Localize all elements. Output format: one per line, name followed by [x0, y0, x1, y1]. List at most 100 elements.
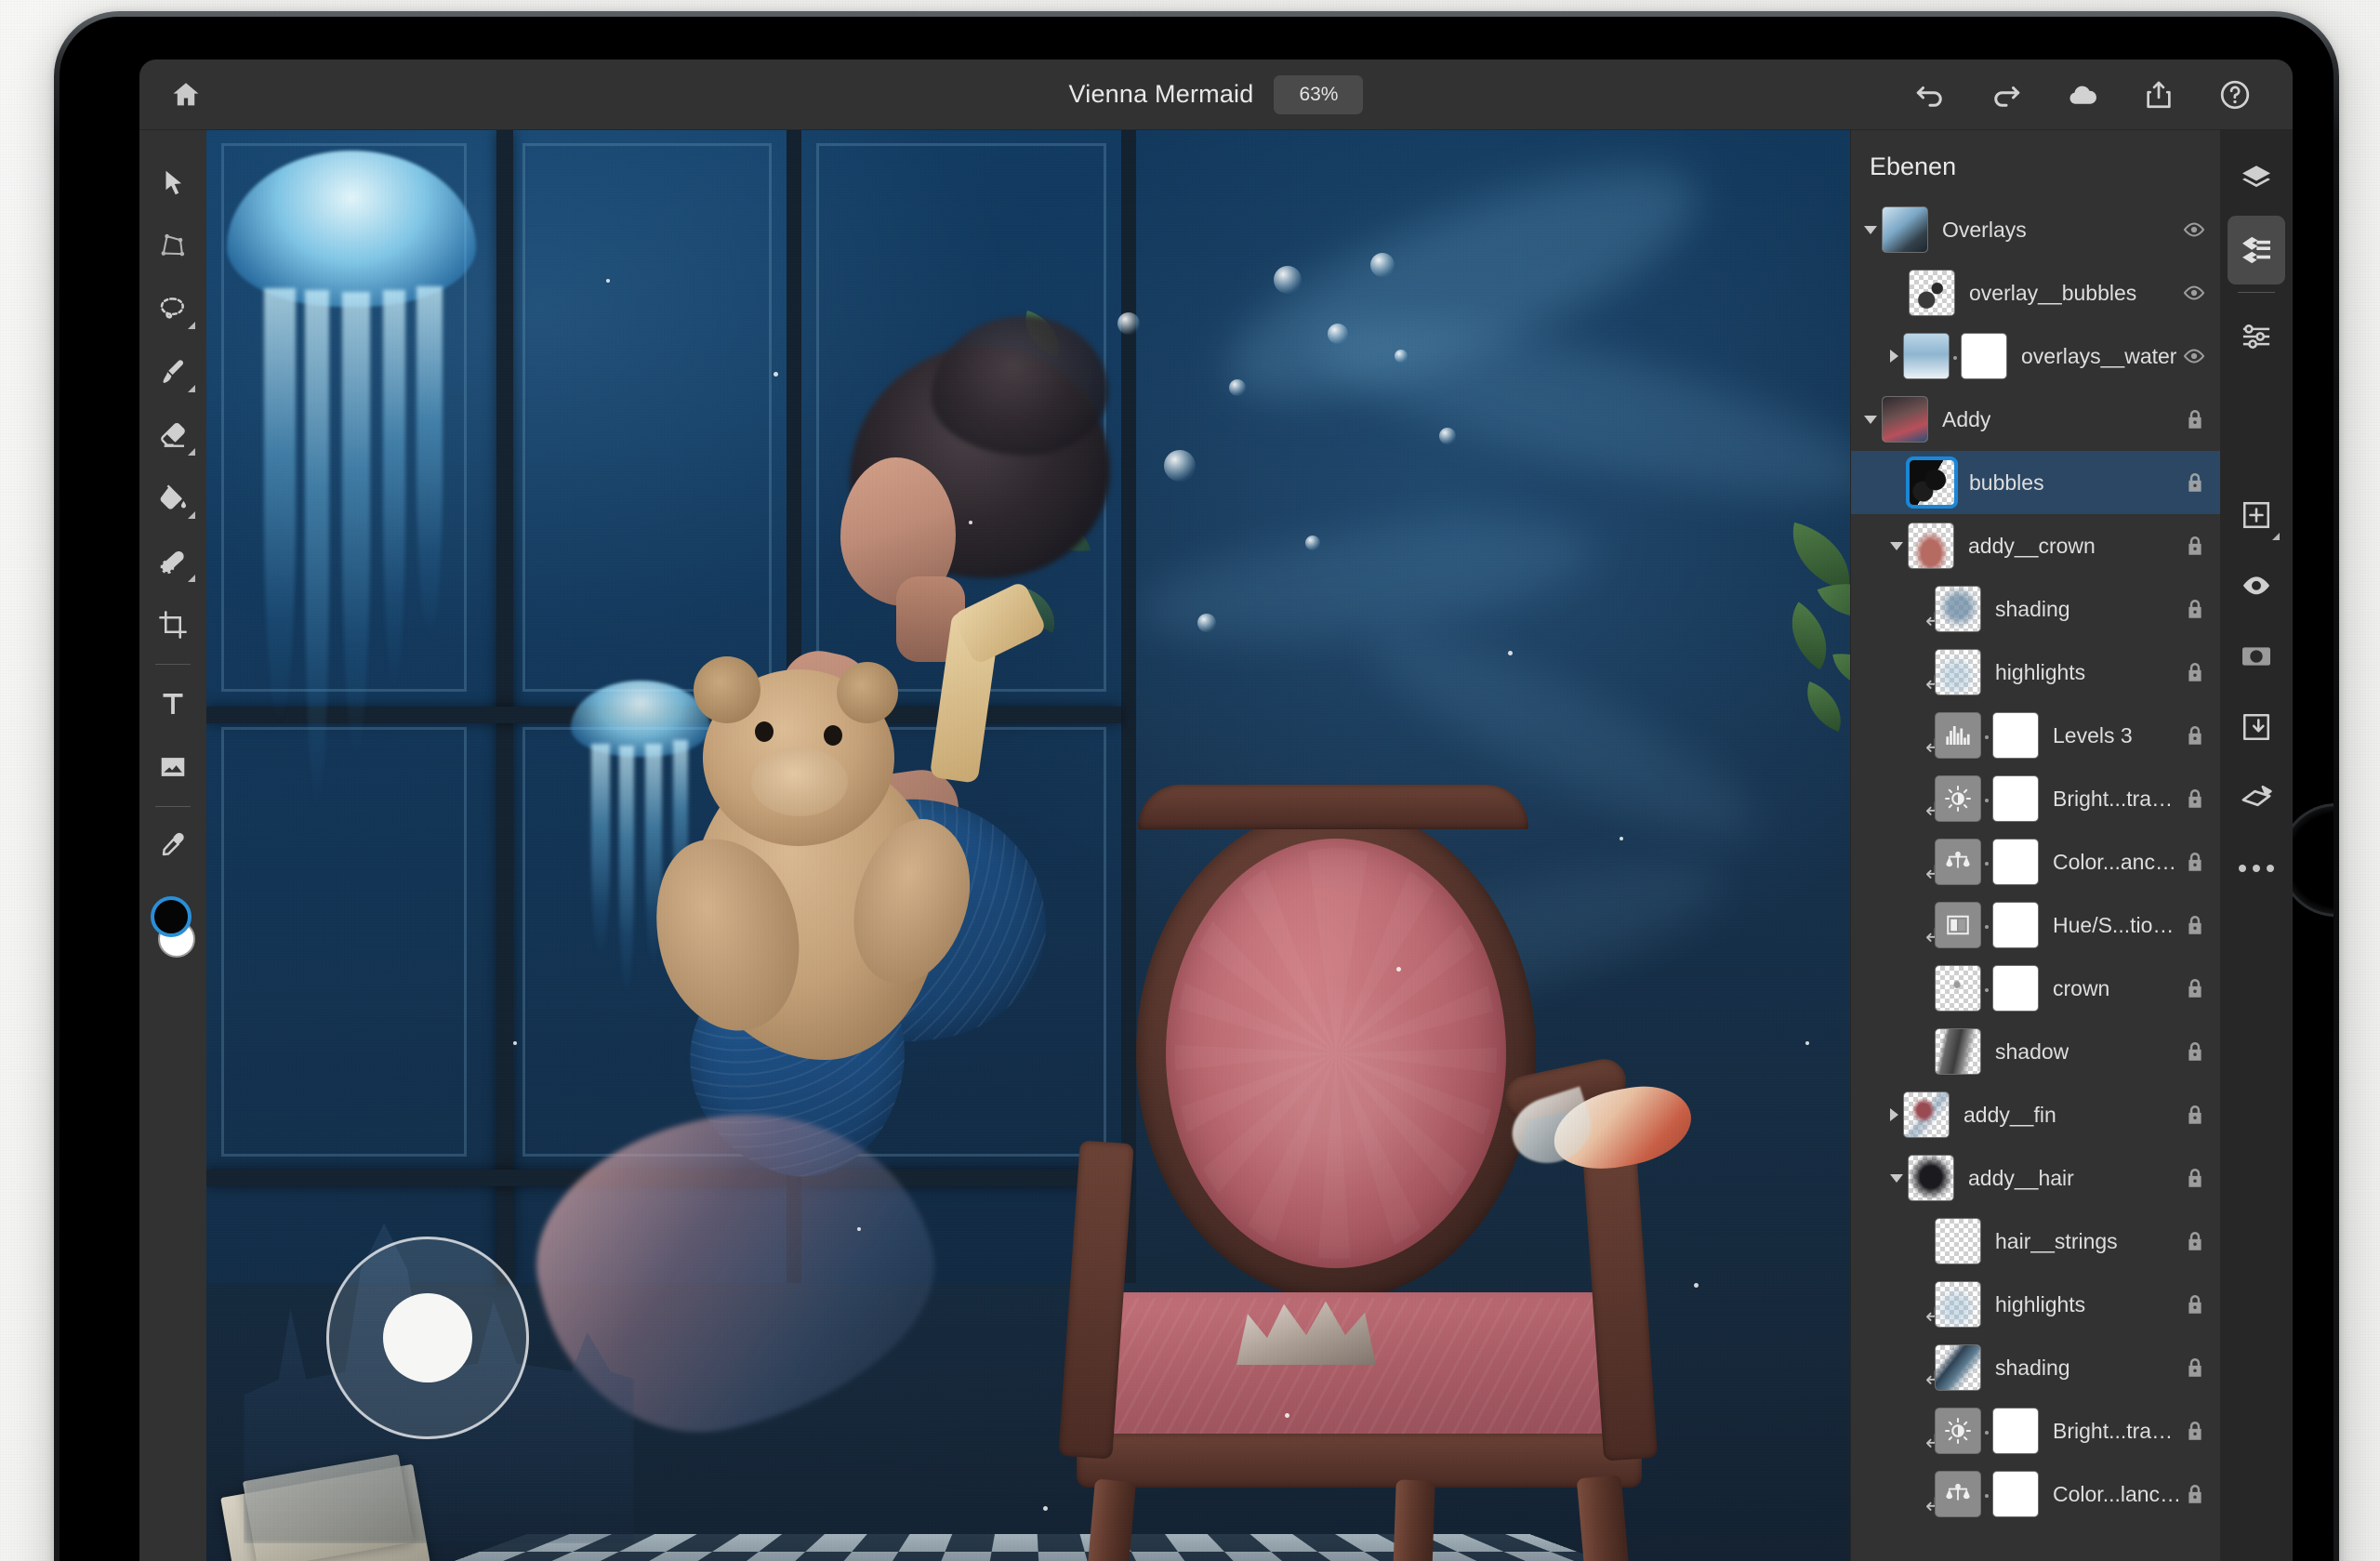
twisty-down-icon[interactable]	[1890, 1173, 1903, 1183]
lock-icon[interactable]	[2183, 850, 2207, 874]
layer-row[interactable]: crown	[1851, 957, 2220, 1020]
layer-thumbnail[interactable]	[1904, 334, 1949, 378]
clipping-mask-icon[interactable]	[2228, 693, 2285, 761]
color-balance-icon[interactable]	[1936, 1472, 1980, 1516]
lock-icon[interactable]	[2183, 1419, 2207, 1443]
brightness-contrast-icon[interactable]	[1936, 1409, 1980, 1453]
lock-icon[interactable]	[2183, 534, 2207, 558]
foreground-color-swatch[interactable]	[151, 896, 192, 937]
eye-icon[interactable]	[2228, 551, 2285, 620]
add-square-icon[interactable]	[2228, 481, 2285, 549]
layers-list-icon[interactable]	[2228, 216, 2285, 284]
mask-icon[interactable]	[2228, 622, 2285, 691]
home-icon[interactable]	[169, 78, 203, 112]
layer-row[interactable]: overlays__water	[1851, 324, 2220, 388]
lock-icon[interactable]	[2183, 1482, 2207, 1506]
redo-icon[interactable]	[1990, 78, 2023, 112]
layer-thumbnail[interactable]	[1883, 397, 1927, 442]
eraser-icon[interactable]	[139, 403, 206, 467]
layer-thumbnail[interactable]	[1936, 587, 1980, 631]
paint-bucket-icon[interactable]	[139, 467, 206, 530]
layer-row[interactable]: bubbles	[1851, 451, 2220, 514]
zoom-level-chip[interactable]: 63%	[1274, 74, 1364, 114]
layer-mask-thumbnail[interactable]	[1985, 1472, 2038, 1516]
lock-icon[interactable]	[2183, 407, 2207, 431]
lock-icon[interactable]	[2183, 470, 2207, 495]
layer-mask-thumbnail[interactable]	[1953, 334, 2006, 378]
lock-icon[interactable]	[2183, 913, 2207, 937]
twisty-right-icon[interactable]	[1890, 1108, 1898, 1121]
lock-icon[interactable]	[2183, 1292, 2207, 1316]
layer-thumbnail[interactable]	[1883, 207, 1927, 252]
layer-row[interactable]: Levels 3	[1851, 704, 2220, 767]
layer-row[interactable]: Bright...trast 31	[1851, 1399, 2220, 1462]
image-icon[interactable]	[139, 735, 206, 799]
lock-icon[interactable]	[2183, 1166, 2207, 1190]
lock-icon[interactable]	[2183, 597, 2207, 621]
brush-icon[interactable]	[139, 340, 206, 403]
layer-mask-thumbnail[interactable]	[1985, 840, 2038, 884]
layer-mask-thumbnail[interactable]	[1985, 966, 2038, 1011]
layer-row[interactable]: Bright...trast 32	[1851, 767, 2220, 830]
layer-row[interactable]: Color...lance 21	[1851, 1462, 2220, 1526]
layer-row[interactable]: Overlays	[1851, 198, 2220, 261]
color-balance-icon[interactable]	[1936, 840, 1980, 884]
eye-icon[interactable]	[2181, 280, 2207, 306]
transform-icon[interactable]	[139, 214, 206, 277]
layer-thumbnail[interactable]	[1910, 460, 1954, 505]
layer-row[interactable]: highlights	[1851, 641, 2220, 704]
layer-thumbnail[interactable]	[1904, 1092, 1949, 1137]
help-icon[interactable]	[2218, 78, 2252, 112]
share-export-icon[interactable]	[2142, 78, 2175, 112]
eyedropper-icon[interactable]	[139, 814, 206, 878]
lock-icon[interactable]	[2183, 1103, 2207, 1127]
twisty-down-icon[interactable]	[1864, 225, 1877, 234]
eye-icon[interactable]	[2181, 343, 2207, 369]
twisty-down-icon[interactable]	[1864, 415, 1877, 424]
layer-mask-thumbnail[interactable]	[1985, 713, 2038, 758]
layer-row[interactable]: shadow	[1851, 1020, 2220, 1083]
layer-thumbnail[interactable]	[1936, 1282, 1980, 1327]
layer-thumbnail[interactable]	[1910, 271, 1954, 315]
layer-thumbnail[interactable]	[1936, 650, 1980, 695]
layer-thumbnail[interactable]	[1936, 1029, 1980, 1074]
layer-row[interactable]: shading	[1851, 1336, 2220, 1399]
layer-thumbnail[interactable]	[1936, 966, 1980, 1011]
layer-mask-thumbnail[interactable]	[1985, 903, 2038, 947]
lock-icon[interactable]	[2183, 787, 2207, 811]
layer-row[interactable]: hair__strings	[1851, 1210, 2220, 1273]
layer-mask-thumbnail[interactable]	[1985, 1409, 2038, 1453]
lasso-icon[interactable]	[139, 277, 206, 340]
layer-row[interactable]: Hue/S...tion 19	[1851, 893, 2220, 957]
layer-row[interactable]: Addy	[1851, 388, 2220, 451]
lock-icon[interactable]	[2183, 1356, 2207, 1380]
layer-row[interactable]: overlay__bubbles	[1851, 261, 2220, 324]
lock-icon[interactable]	[2183, 976, 2207, 1000]
layer-row[interactable]: addy__crown	[1851, 514, 2220, 577]
eye-icon[interactable]	[2181, 217, 2207, 243]
blend-mode-icon[interactable]	[2228, 763, 2285, 832]
layer-row[interactable]: addy__hair	[1851, 1146, 2220, 1210]
twisty-down-icon[interactable]	[1890, 541, 1903, 550]
layer-row[interactable]: Color...ance 23	[1851, 830, 2220, 893]
type-t-icon[interactable]	[139, 672, 206, 735]
layer-thumbnail[interactable]	[1909, 1156, 1953, 1200]
levels-histogram-icon[interactable]	[1936, 713, 1980, 758]
layer-row[interactable]: highlights	[1851, 1273, 2220, 1336]
lock-icon[interactable]	[2183, 660, 2207, 684]
twisty-right-icon[interactable]	[1890, 350, 1898, 363]
undo-icon[interactable]	[1913, 78, 1947, 112]
layer-thumbnail[interactable]	[1936, 1219, 1980, 1263]
healing-brush-icon[interactable]	[139, 530, 206, 593]
layer-thumbnail[interactable]	[1936, 1345, 1980, 1390]
lock-icon[interactable]	[2183, 1229, 2207, 1253]
brightness-contrast-icon[interactable]	[1936, 776, 1980, 821]
lock-icon[interactable]	[2183, 1039, 2207, 1064]
layer-row[interactable]: shading	[1851, 577, 2220, 641]
sliders-icon[interactable]	[2228, 302, 2285, 371]
layer-list[interactable]: Overlays overlay__bubbles overlays__water A…	[1851, 198, 2220, 1561]
hue-saturation-icon[interactable]	[1936, 903, 1980, 947]
layers-stack-icon[interactable]	[2228, 145, 2285, 214]
layer-row[interactable]: addy__fin	[1851, 1083, 2220, 1146]
brush-size-dial[interactable]	[326, 1237, 529, 1439]
